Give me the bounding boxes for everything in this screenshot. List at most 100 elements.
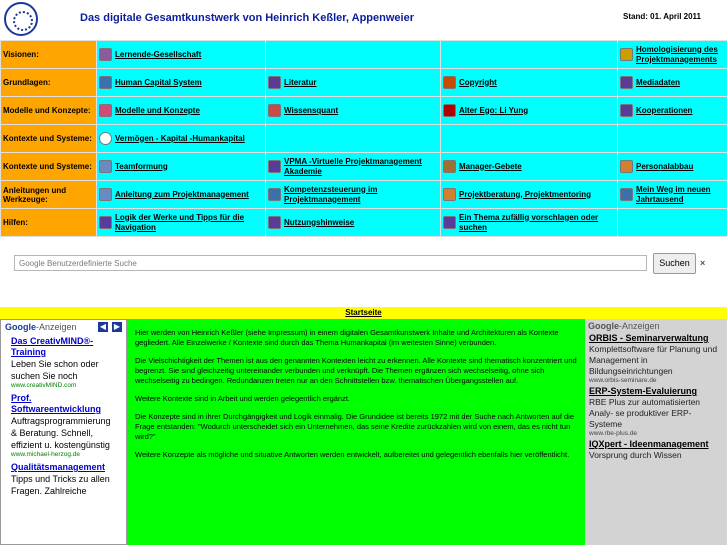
nav-link-label[interactable]: Literatur	[284, 78, 316, 88]
nav-link-label[interactable]: Wissensquant	[284, 106, 338, 116]
nav-link[interactable]: Alter Ego: Li Yung	[443, 104, 615, 117]
nav-cell[interactable]: Projektberatung, Projektmentoring	[440, 180, 618, 209]
nav-cell[interactable]: Manager-Gebete	[440, 152, 618, 181]
ad-title[interactable]: Qualitätsmanagement	[11, 462, 116, 473]
nav-link[interactable]: Manager-Gebete	[443, 160, 615, 173]
ad-title[interactable]: IQXpert - Ideenmanagement	[589, 439, 723, 450]
nav-cell[interactable]: Logik der Werke und Tipps für die Naviga…	[96, 208, 266, 237]
nav-link[interactable]: Mediadaten	[620, 76, 725, 89]
nav-link-label[interactable]: Kooperationen	[636, 106, 692, 116]
ad-item[interactable]: Qualitätsmanagement Tipps und Tricks zu a…	[1, 460, 126, 499]
ad-title[interactable]: ERP-System-Evaluierung	[589, 386, 723, 397]
nav-link-label[interactable]: Nutzungshinweise	[284, 218, 354, 228]
ad-item[interactable]: IQXpert - Ideenmanagement Vorsprung durch…	[585, 439, 727, 463]
nav-category: Hilfen:	[0, 208, 97, 237]
ad-title[interactable]: ORBIS - Seminarverwaltung	[589, 333, 723, 344]
nav-cell[interactable]: Anleitung zum Projektmanagement	[96, 180, 266, 209]
nav-grid: Visionen: Lernende-Gesellschaft Homologisi…	[0, 40, 727, 237]
main-paragraph: Die Vielschichtigkeit der Themen ist aus…	[135, 356, 577, 385]
nav-link[interactable]: Anleitung zum Projektmanagement	[99, 188, 263, 201]
character-icon	[443, 104, 456, 117]
nav-link-label[interactable]: Anleitung zum Projektmanagement	[115, 190, 249, 200]
nav-link-label[interactable]: Ein Thema zufällig vorschlagen oder such…	[459, 213, 615, 233]
clear-search-button[interactable]: ×	[700, 258, 705, 268]
nav-cell[interactable]: Literatur	[265, 68, 441, 97]
search-button[interactable]: Suchen	[653, 253, 696, 274]
nav-cell[interactable]: Alter Ego: Li Yung	[440, 96, 618, 125]
prev-ad-icon[interactable]: ◀	[98, 322, 108, 332]
nav-cell[interactable]: Ein Thema zufällig vorschlagen oder such…	[440, 208, 618, 237]
nav-link[interactable]: Literatur	[268, 76, 438, 89]
nav-cell[interactable]: Mediadaten	[617, 68, 727, 97]
nav-category: Kontexte und Systeme:	[0, 124, 97, 153]
nav-link-label[interactable]: Human Capital System	[115, 78, 202, 88]
nav-row: Anleitungen und Werkzeuge: Anleitung zum …	[0, 180, 727, 209]
nav-link-label[interactable]: Personalabbau	[636, 162, 693, 172]
nav-link-label[interactable]: VPMA -Virtuelle Projektmanagement Akadem…	[284, 157, 438, 177]
ad-url[interactable]: www.creativMIND.com	[11, 382, 116, 389]
ad-url[interactable]: www.michael-herzog.de	[11, 451, 116, 458]
nav-cell[interactable]: Kompetenzsteuerung im Projektmanagement	[265, 180, 441, 209]
nav-link-label[interactable]: Copyright	[459, 78, 497, 88]
nav-link-label[interactable]: Lernende-Gesellschaft	[115, 50, 201, 60]
ad-description: RBE Plus zur automatisierten Analy- se p…	[589, 397, 701, 429]
nav-link-label[interactable]: Alter Ego: Li Yung	[459, 106, 528, 116]
nav-cell[interactable]: Wissensquant	[265, 96, 441, 125]
ad-url[interactable]: www.rbe-plus.de	[589, 430, 723, 437]
nav-link[interactable]: Logik der Werke und Tipps für die Naviga…	[99, 213, 263, 233]
google-brand: Google	[5, 322, 36, 332]
nav-cell[interactable]: Nutzungshinweise	[265, 208, 441, 237]
nav-link[interactable]: Kompetenzsteuerung im Projektmanagement	[268, 185, 438, 205]
nav-link[interactable]: Nutzungshinweise	[268, 216, 438, 229]
nav-link[interactable]: Vermögen - Kapital -Humankapital	[99, 132, 263, 145]
nav-cell[interactable]: Vermögen - Kapital -Humankapital	[96, 124, 266, 153]
nav-link-label[interactable]: Teamformung	[115, 162, 168, 172]
search-input[interactable]: Google Benutzerdefinierte Suche	[14, 255, 647, 271]
nav-cell[interactable]: Kooperationen	[617, 96, 727, 125]
nav-cell[interactable]: Lernende-Gesellschaft	[96, 40, 266, 69]
ad-item[interactable]: Das CreativMIND®-Training Leben Sie schon…	[1, 334, 126, 391]
next-ad-icon[interactable]: ▶	[112, 322, 122, 332]
nav-link[interactable]: Projektberatung, Projektmentoring	[443, 188, 615, 201]
nav-cell[interactable]: VPMA -Virtuelle Projektmanagement Akadem…	[265, 152, 441, 181]
nav-link[interactable]: VPMA -Virtuelle Projektmanagement Akadem…	[268, 157, 438, 177]
nav-link[interactable]: Homologisierung des Projektmanagements	[620, 45, 725, 65]
nav-link[interactable]: Human Capital System	[99, 76, 263, 89]
ad-url[interactable]: www.orbis-seminare.de	[589, 377, 723, 384]
nav-link-label[interactable]: Modelle und Konzepte	[115, 106, 200, 116]
ad-title[interactable]: Prof. Softwareentwicklung	[11, 393, 116, 415]
ad-item[interactable]: ERP-System-Evaluierung RBE Plus zur autom…	[585, 386, 727, 439]
nav-cell	[617, 208, 727, 237]
nav-link[interactable]: Wissensquant	[268, 104, 438, 117]
nav-link[interactable]: Personalabbau	[620, 160, 725, 173]
ad-title[interactable]: Das CreativMIND®-Training	[11, 336, 116, 358]
nav-cell[interactable]: Personalabbau	[617, 152, 727, 181]
nav-link-label[interactable]: Kompetenzsteuerung im Projektmanagement	[284, 185, 438, 205]
nav-link-label[interactable]: Vermögen - Kapital -Humankapital	[115, 134, 245, 144]
startseite-link[interactable]: Startseite	[0, 308, 727, 317]
nav-link-label[interactable]: Homologisierung des Projektmanagements	[636, 45, 725, 65]
nav-link-label[interactable]: Projektberatung, Projektmentoring	[459, 190, 591, 200]
nav-cell[interactable]: Copyright	[440, 68, 618, 97]
ad-item[interactable]: ORBIS - Seminarverwaltung Komplettsoftwar…	[585, 333, 727, 386]
image-icon	[443, 160, 456, 173]
nav-link[interactable]: Copyright	[443, 76, 615, 89]
nav-cell	[440, 40, 618, 69]
nav-link[interactable]: Kooperationen	[620, 104, 725, 117]
nav-cell[interactable]: Modelle und Konzepte	[96, 96, 266, 125]
nav-link-label[interactable]: Logik der Werke und Tipps für die Naviga…	[115, 213, 263, 233]
nav-cell[interactable]: Mein Weg im neuen Jahrtausend	[617, 180, 727, 209]
nav-link-label[interactable]: Mein Weg im neuen Jahrtausend	[636, 185, 725, 205]
nav-link[interactable]: Lernende-Gesellschaft	[99, 48, 263, 61]
nav-link[interactable]: Mein Weg im neuen Jahrtausend	[620, 185, 725, 205]
nav-link[interactable]: Ein Thema zufällig vorschlagen oder such…	[443, 213, 615, 233]
nav-link-label[interactable]: Mediadaten	[636, 78, 680, 88]
ad-item[interactable]: Prof. Softwareentwicklung Auftragsprogram…	[1, 391, 126, 460]
nav-link-label[interactable]: Manager-Gebete	[459, 162, 522, 172]
seal-logo-icon[interactable]	[4, 2, 38, 36]
nav-cell[interactable]: Homologisierung des Projektmanagements	[617, 40, 727, 69]
nav-link[interactable]: Modelle und Konzepte	[99, 104, 263, 117]
nav-link[interactable]: Teamformung	[99, 160, 263, 173]
nav-cell[interactable]: Human Capital System	[96, 68, 266, 97]
nav-cell[interactable]: Teamformung	[96, 152, 266, 181]
